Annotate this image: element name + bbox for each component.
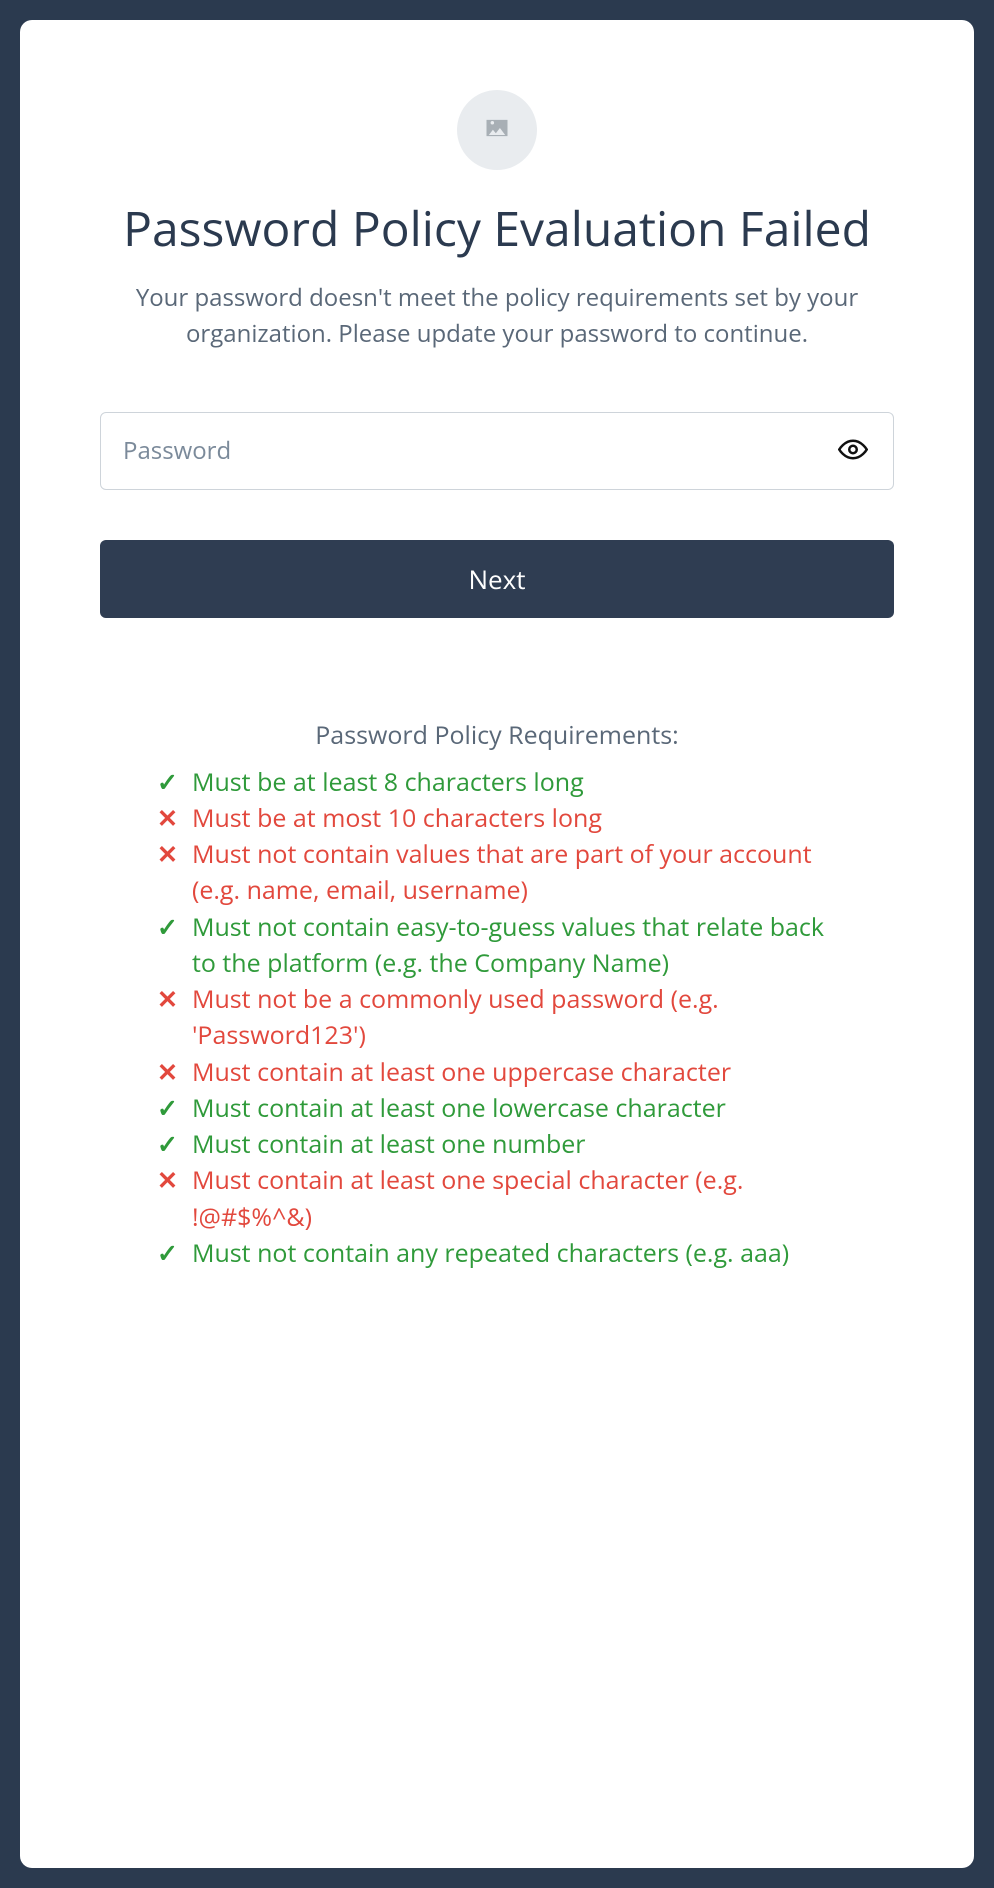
cross-icon: ✕ <box>157 800 178 836</box>
check-icon: ✓ <box>157 1235 178 1271</box>
requirement-item: ✕ Must contain at least one special chara… <box>157 1162 837 1235</box>
cross-icon: ✕ <box>157 1054 178 1090</box>
requirement-item: ✓ Must be at least 8 characters long <box>157 764 837 800</box>
next-button[interactable]: Next <box>100 540 894 618</box>
check-icon: ✓ <box>157 764 178 800</box>
cross-icon: ✕ <box>157 1162 178 1198</box>
requirement-item: ✕ Must be at most 10 characters long <box>157 800 837 836</box>
requirement-item: ✓ Must contain at least one lowercase cha… <box>157 1090 837 1126</box>
requirement-text: Must contain at least one special charac… <box>192 1162 837 1235</box>
requirement-item: ✕ Must not be a commonly used password (e… <box>157 981 837 1054</box>
password-requirements: Password Policy Requirements: ✓ Must be a… <box>157 718 837 1272</box>
check-icon: ✓ <box>157 1090 178 1126</box>
password-input[interactable] <box>100 412 894 490</box>
requirement-item: ✓ Must not contain easy-to-guess values t… <box>157 909 837 982</box>
requirement-text: Must contain at least one uppercase char… <box>192 1054 837 1090</box>
password-field-wrap <box>100 412 894 490</box>
requirement-text: Must be at most 10 characters long <box>192 800 837 836</box>
requirement-text: Must not be a commonly used password (e.… <box>192 981 837 1054</box>
requirement-item: ✓ Must contain at least one number <box>157 1126 837 1162</box>
check-icon: ✓ <box>157 909 178 945</box>
org-avatar-placeholder <box>457 90 537 170</box>
page-title: Password Policy Evaluation Failed <box>100 200 894 258</box>
cross-icon: ✕ <box>157 981 178 1017</box>
requirement-item: ✕ Must contain at least one uppercase cha… <box>157 1054 837 1090</box>
image-placeholder-icon <box>483 114 511 147</box>
requirement-item: ✓ Must not contain any repeated character… <box>157 1235 837 1271</box>
requirement-item: ✕ Must not contain values that are part o… <box>157 836 837 909</box>
requirement-text: Must be at least 8 characters long <box>192 764 837 800</box>
requirement-text: Must not contain easy-to-guess values th… <box>192 909 837 982</box>
requirement-text: Must contain at least one lowercase char… <box>192 1090 837 1126</box>
requirement-text: Must not contain any repeated characters… <box>192 1235 837 1271</box>
requirements-title: Password Policy Requirements: <box>157 718 837 752</box>
requirement-text: Must not contain values that are part of… <box>192 836 837 909</box>
requirement-text: Must contain at least one number <box>192 1126 837 1162</box>
page-subtitle: Your password doesn't meet the policy re… <box>127 280 867 352</box>
requirements-list: ✓ Must be at least 8 characters long ✕ Must… <box>157 764 837 1272</box>
check-icon: ✓ <box>157 1126 178 1162</box>
password-policy-card: Password Policy Evaluation Failed Your p… <box>20 20 974 1868</box>
eye-icon <box>838 434 868 467</box>
toggle-password-visibility-button[interactable] <box>832 428 874 473</box>
cross-icon: ✕ <box>157 836 178 872</box>
